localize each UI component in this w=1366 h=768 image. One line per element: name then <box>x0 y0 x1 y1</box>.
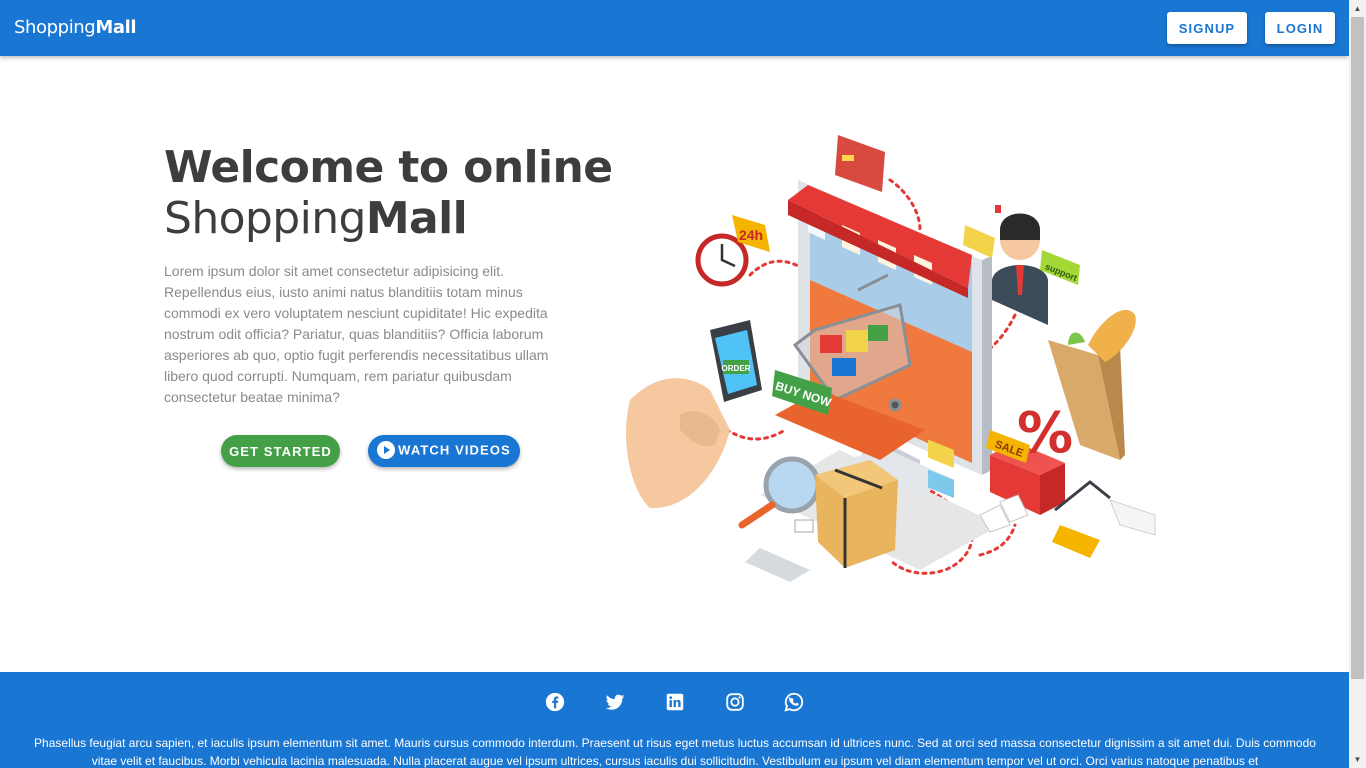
clothing-items <box>1052 480 1156 558</box>
signup-button[interactable]: SIGNUP <box>1167 12 1247 44</box>
login-button[interactable]: LOGIN <box>1265 12 1335 44</box>
hero-title-line1: Welcome to online <box>164 142 613 193</box>
scroll-up-arrow-icon[interactable]: ▲ <box>1349 0 1366 17</box>
footer-text: Phasellus feugiat arcu sapien, et iaculi… <box>34 736 1316 768</box>
hero-title-bold: Mall <box>365 193 468 244</box>
play-circle-icon <box>377 441 396 459</box>
facebook-icon[interactable] <box>544 691 566 713</box>
brand-bold: Mall <box>95 17 137 38</box>
sale-promo: % SALE <box>979 401 1073 533</box>
whatsapp-icon[interactable] <box>783 691 805 713</box>
app-bar: ShoppingMall SIGNUP LOGIN <box>0 0 1349 56</box>
scrollbar-thumb[interactable] <box>1351 17 1364 679</box>
hero-title-line2: ShoppingMall <box>164 193 584 244</box>
24h-label: 24h <box>739 227 763 243</box>
twitter-icon[interactable] <box>604 691 626 713</box>
hero-title-light: Shopping <box>164 193 366 244</box>
hand-with-phone: ORDER <box>626 320 762 509</box>
vertical-scrollbar[interactable]: ▲ ▼ <box>1349 0 1366 768</box>
hero-description: Lorem ipsum dolor sit amet consectetur a… <box>164 263 549 405</box>
get-started-button[interactable]: GET STARTED <box>221 435 340 467</box>
clock: 24h <box>695 215 770 287</box>
page: ShoppingMall SIGNUP LOGIN Welcome to onl… <box>0 0 1366 768</box>
instagram-icon[interactable] <box>724 691 746 713</box>
order-label: ORDER <box>722 364 751 373</box>
footer: Phasellus feugiat arcu sapien, et iaculi… <box>0 672 1349 768</box>
linkedin-icon[interactable] <box>664 691 686 713</box>
watch-videos-label: WATCH VIDEOS <box>398 442 511 458</box>
watch-videos-button[interactable]: WATCH VIDEOS <box>368 435 520 467</box>
online-shopping-illustration: ORDER BUY NOW 24h support % SALE <box>626 135 1156 582</box>
brand-logo[interactable]: ShoppingMall <box>14 17 137 38</box>
brand-light: Shopping <box>14 17 96 38</box>
hero-title: Welcome to online ShoppingMall <box>164 142 613 244</box>
scroll-down-arrow-icon[interactable]: ▼ <box>1349 751 1366 768</box>
get-started-label: GET STARTED <box>229 443 332 459</box>
